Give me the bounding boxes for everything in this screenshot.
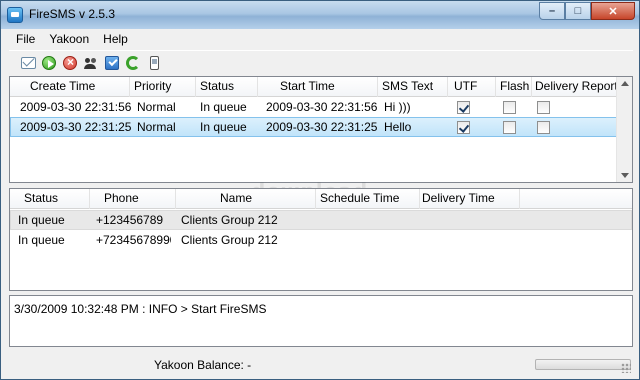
scroll-up-icon[interactable] bbox=[621, 81, 629, 86]
col-utf[interactable]: UTF bbox=[448, 77, 496, 97]
status-bar: Yakoon Balance: - bbox=[9, 353, 633, 375]
resize-grip-icon[interactable] bbox=[621, 363, 631, 373]
new-message-button[interactable] bbox=[19, 54, 37, 72]
phone-icon bbox=[149, 56, 159, 70]
menu-yakoon[interactable]: Yakoon bbox=[42, 32, 96, 46]
close-icon: ✕ bbox=[608, 5, 618, 18]
menu-file[interactable]: File bbox=[9, 32, 42, 46]
contacts-icon bbox=[84, 57, 98, 70]
refresh-button[interactable] bbox=[124, 54, 142, 72]
stop-icon bbox=[63, 55, 77, 70]
start-button[interactable] bbox=[40, 54, 58, 72]
col-start-time[interactable]: Start Time bbox=[258, 77, 378, 97]
refresh-icon bbox=[126, 56, 140, 70]
priority-cell: Normal bbox=[137, 100, 176, 114]
col-flash[interactable]: Flash bbox=[496, 77, 532, 97]
menu-help[interactable]: Help bbox=[96, 32, 135, 46]
start-time-cell: 2009-03-30 22:31:25 bbox=[266, 120, 378, 134]
menu-bar: File Yakoon Help bbox=[9, 29, 633, 49]
phone-button[interactable] bbox=[145, 54, 163, 72]
name-cell: Clients Group 212 bbox=[181, 213, 278, 227]
status-cell: In queue bbox=[200, 100, 247, 114]
toolbar bbox=[9, 50, 633, 75]
new-message-icon bbox=[20, 57, 36, 69]
messages-header: Create Time Priority Status Start Time S… bbox=[10, 77, 632, 97]
scroll-down-icon[interactable] bbox=[621, 173, 629, 178]
title-bar: FireSMS v 2.5.3 – □ ✕ bbox=[1, 1, 639, 29]
col-name[interactable]: Name bbox=[176, 189, 316, 209]
status-cell: In queue bbox=[18, 233, 65, 247]
recipients-header: Status Phone Name Schedule Time Delivery… bbox=[10, 189, 632, 209]
col-delivery-time[interactable]: Delivery Time bbox=[420, 189, 520, 209]
table-row[interactable]: 2009-03-30 22:31:56 Normal In queue 2009… bbox=[10, 97, 632, 117]
utf-checkbox[interactable] bbox=[457, 101, 470, 114]
status-cell: In queue bbox=[18, 213, 65, 227]
sms-text-cell: Hi ))) bbox=[384, 100, 411, 114]
flash-checkbox[interactable] bbox=[503, 101, 516, 114]
log-line: 3/30/2009 10:32:48 PM : INFO > Start Fir… bbox=[14, 302, 267, 316]
priority-cell: Normal bbox=[137, 120, 176, 134]
check-icon bbox=[105, 56, 119, 70]
yakoon-balance: Yakoon Balance: - bbox=[154, 358, 252, 372]
col-phone[interactable]: Phone bbox=[90, 189, 176, 209]
recipients-table: Status Phone Name Schedule Time Delivery… bbox=[9, 188, 633, 291]
col-status[interactable]: Status bbox=[10, 189, 90, 209]
sms-text-cell: Hello bbox=[384, 120, 412, 134]
table-row[interactable]: In queue +123456789 Clients Group 212 bbox=[10, 210, 632, 230]
window-controls: – □ ✕ bbox=[539, 2, 635, 20]
maximize-button[interactable]: □ bbox=[565, 2, 591, 20]
col-priority[interactable]: Priority bbox=[130, 77, 196, 97]
app-icon bbox=[7, 7, 23, 23]
messages-table: Create Time Priority Status Start Time S… bbox=[9, 76, 633, 183]
log-panel: 3/30/2009 10:32:48 PM : INFO > Start Fir… bbox=[9, 295, 633, 347]
progress-bar bbox=[535, 359, 631, 370]
contacts-button[interactable] bbox=[82, 54, 100, 72]
utf-checkbox[interactable] bbox=[457, 121, 470, 134]
col-status[interactable]: Status bbox=[196, 77, 258, 97]
minimize-button[interactable]: – bbox=[539, 2, 565, 20]
delivery-report-checkbox[interactable] bbox=[537, 121, 550, 134]
col-delivery-report[interactable]: Delivery Report bbox=[532, 77, 618, 97]
minimize-icon: – bbox=[548, 5, 556, 17]
create-time-cell: 2009-03-30 22:31:25 bbox=[20, 120, 132, 134]
table-row[interactable]: 2009-03-30 22:31:25 Normal In queue 2009… bbox=[10, 117, 632, 137]
app-window: FireSMS v 2.5.3 – □ ✕ File Yakoon Help C… bbox=[0, 0, 640, 380]
phone-cell: +72345678990 bbox=[96, 233, 171, 247]
delivery-report-checkbox[interactable] bbox=[537, 101, 550, 114]
create-time-cell: 2009-03-30 22:31:56 bbox=[20, 100, 132, 114]
col-sms-text[interactable]: SMS Text bbox=[378, 77, 448, 97]
close-button[interactable]: ✕ bbox=[591, 2, 635, 20]
name-cell: Clients Group 212 bbox=[181, 233, 278, 247]
stop-button[interactable] bbox=[61, 54, 79, 72]
play-icon bbox=[42, 56, 56, 70]
status-cell: In queue bbox=[200, 120, 247, 134]
start-time-cell: 2009-03-30 22:31:56 bbox=[266, 100, 378, 114]
maximize-icon: □ bbox=[574, 5, 582, 17]
messages-scrollbar[interactable] bbox=[616, 77, 632, 182]
col-schedule-time[interactable]: Schedule Time bbox=[316, 189, 420, 209]
window-title: FireSMS v 2.5.3 bbox=[29, 7, 116, 21]
col-create-time[interactable]: Create Time bbox=[10, 77, 130, 97]
flash-checkbox[interactable] bbox=[503, 121, 516, 134]
phone-cell: +123456789 bbox=[96, 213, 164, 227]
table-row[interactable]: In queue +72345678990 Clients Group 212 bbox=[10, 230, 632, 250]
check-button[interactable] bbox=[103, 54, 121, 72]
